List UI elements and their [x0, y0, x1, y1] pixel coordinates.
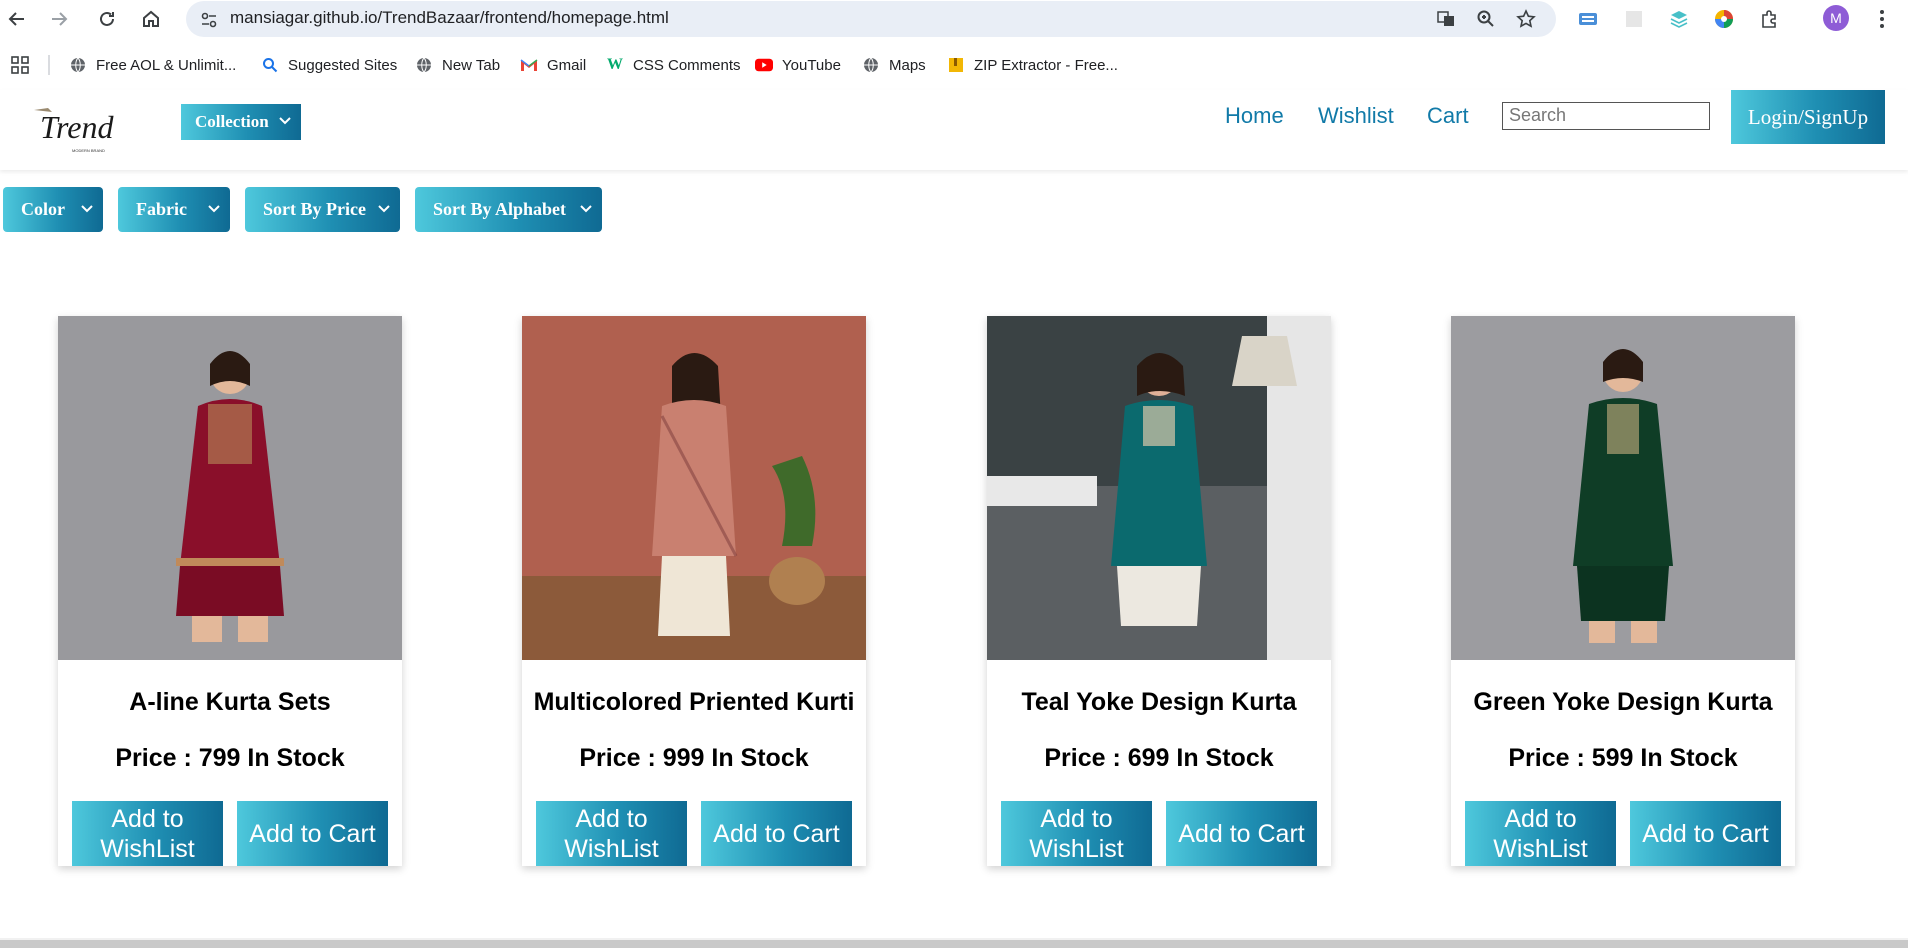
filter-label: Sort By Price — [263, 199, 366, 219]
globe-icon — [862, 56, 880, 74]
bookmark-aol[interactable]: Free AOL & Unlimit... — [69, 54, 236, 76]
extensions-puzzle-icon[interactable] — [1757, 7, 1781, 31]
filter-sort-by-price[interactable]: Sort By Price — [245, 187, 400, 232]
youtube-icon — [755, 56, 773, 74]
url-text[interactable]: mansiagar.github.io/TrendBazaar/frontend… — [230, 8, 669, 28]
bookmark-label: Gmail — [547, 56, 587, 74]
browser-toolbar: mansiagar.github.io/TrendBazaar/frontend… — [0, 0, 1908, 40]
layers-extension-icon[interactable] — [1667, 7, 1691, 31]
brand-logo[interactable]: Trend MODERN BRAND — [30, 98, 130, 158]
filter-label: Fabric — [136, 199, 187, 219]
gmail-icon — [520, 56, 538, 74]
w3-icon: W — [607, 56, 623, 73]
bookmark-maps[interactable]: Maps — [862, 54, 926, 76]
collection-label: Collection — [195, 112, 269, 131]
product-card: Teal Yoke Design Kurta Price : 699 In St… — [987, 316, 1331, 866]
profile-avatar[interactable]: M — [1823, 5, 1849, 31]
site-header: Trend MODERN BRAND Collection Home Wishl… — [0, 90, 1908, 170]
bookmarks-bar: Free AOL & Unlimit... Suggested Sites Ne… — [0, 40, 1908, 90]
site-info-icon[interactable] — [198, 9, 220, 31]
bookmark-new-tab[interactable]: New Tab — [415, 54, 500, 76]
filter-sort-by-alphabet[interactable]: Sort By Alphabet — [415, 187, 602, 232]
filter-label: Sort By Alphabet — [433, 199, 567, 219]
product-card: Multicolored Priented Kurti Price : 999 … — [522, 316, 866, 866]
chevron-down-icon — [81, 205, 93, 213]
bookmark-star-icon[interactable] — [1515, 8, 1537, 30]
zoom-icon[interactable] — [1475, 8, 1497, 30]
scrollbar-thumb[interactable] — [0, 940, 1908, 948]
horizontal-scrollbar[interactable] — [0, 938, 1908, 948]
product-name: Green Yoke Design Kurta — [1473, 688, 1773, 716]
product-image[interactable] — [1451, 316, 1795, 660]
globe-icon — [69, 56, 87, 74]
product-price: Price : 699 In Stock — [1044, 744, 1274, 772]
product-image[interactable] — [522, 316, 866, 660]
bookmarks-divider — [48, 55, 50, 75]
apps-grid-icon[interactable] — [10, 54, 30, 76]
product-image[interactable] — [58, 316, 402, 660]
bookmark-label: Maps — [889, 56, 926, 74]
add-to-wishlist-button[interactable]: Add to WishList — [1001, 801, 1152, 866]
translate-icon[interactable] — [1435, 8, 1457, 30]
zip-icon — [947, 56, 965, 74]
bookmark-label: Free AOL & Unlimit... — [96, 56, 237, 74]
bookmark-label: Suggested Sites — [288, 56, 398, 74]
add-to-cart-button[interactable]: Add to Cart — [237, 801, 388, 866]
search-icon — [261, 56, 279, 74]
extension-icon[interactable] — [1622, 7, 1646, 31]
product-image[interactable] — [987, 316, 1331, 660]
add-to-cart-button[interactable]: Add to Cart — [1630, 801, 1781, 866]
collection-dropdown[interactable]: Collection — [181, 104, 301, 140]
bookmark-gmail[interactable]: Gmail — [520, 54, 586, 76]
chevron-down-icon — [208, 205, 220, 213]
nav-home[interactable]: Home — [1225, 103, 1284, 129]
filter-fabric[interactable]: Fabric — [118, 187, 230, 232]
bookmark-label: YouTube — [782, 56, 841, 74]
globe-icon — [415, 56, 433, 74]
product-card: Green Yoke Design Kurta Price : 599 In S… — [1451, 316, 1795, 866]
bookmark-youtube[interactable]: YouTube — [755, 54, 841, 76]
home-icon[interactable] — [136, 4, 166, 34]
product-price: Price : 999 In Stock — [579, 744, 809, 772]
chevron-down-icon — [580, 205, 592, 213]
add-to-wishlist-button[interactable]: Add to WishList — [536, 801, 687, 866]
bookmark-zip-extractor[interactable]: ZIP Extractor - Free... — [947, 54, 1118, 76]
product-name: A-line Kurta Sets — [129, 688, 331, 716]
bookmark-label: CSS Comments — [633, 56, 741, 74]
color-picker-extension-icon[interactable] — [1712, 7, 1736, 31]
svg-text:Trend: Trend — [40, 109, 115, 145]
svg-text:MODERN BRAND: MODERN BRAND — [72, 148, 105, 153]
product-name: Multicolored Priented Kurti — [533, 688, 855, 716]
reload-icon[interactable] — [92, 4, 122, 34]
add-to-cart-button[interactable]: Add to Cart — [701, 801, 852, 866]
add-to-wishlist-button[interactable]: Add to WishList — [72, 801, 223, 866]
nav-cart[interactable]: Cart — [1427, 103, 1469, 129]
product-card: A-line Kurta Sets Price : 799 In Stock A… — [58, 316, 402, 866]
login-signup-button[interactable]: Login/SignUp — [1731, 90, 1885, 144]
back-icon[interactable] — [2, 4, 32, 34]
add-to-wishlist-button[interactable]: Add to WishList — [1465, 801, 1616, 866]
search-input[interactable]: Search — [1502, 102, 1710, 130]
add-to-cart-button[interactable]: Add to Cart — [1166, 801, 1317, 866]
bookmark-label: ZIP Extractor - Free... — [974, 56, 1118, 74]
product-name: Teal Yoke Design Kurta — [1021, 688, 1297, 716]
forward-icon[interactable] — [44, 4, 74, 34]
filter-label: Color — [21, 199, 65, 219]
bookmark-css-comments[interactable]: W CSS Comments — [606, 54, 741, 76]
product-price: Price : 799 In Stock — [115, 744, 345, 772]
bookmark-suggested-sites[interactable]: Suggested Sites — [261, 54, 397, 76]
product-price: Price : 599 In Stock — [1508, 744, 1738, 772]
keyboard-extension-icon[interactable] — [1576, 7, 1600, 31]
nav-wishlist[interactable]: Wishlist — [1318, 103, 1394, 129]
chevron-down-icon — [378, 205, 390, 213]
bookmark-label: New Tab — [442, 56, 501, 74]
more-menu-icon[interactable] — [1870, 7, 1894, 31]
chevron-down-icon — [279, 117, 291, 125]
filter-color[interactable]: Color — [3, 187, 103, 232]
